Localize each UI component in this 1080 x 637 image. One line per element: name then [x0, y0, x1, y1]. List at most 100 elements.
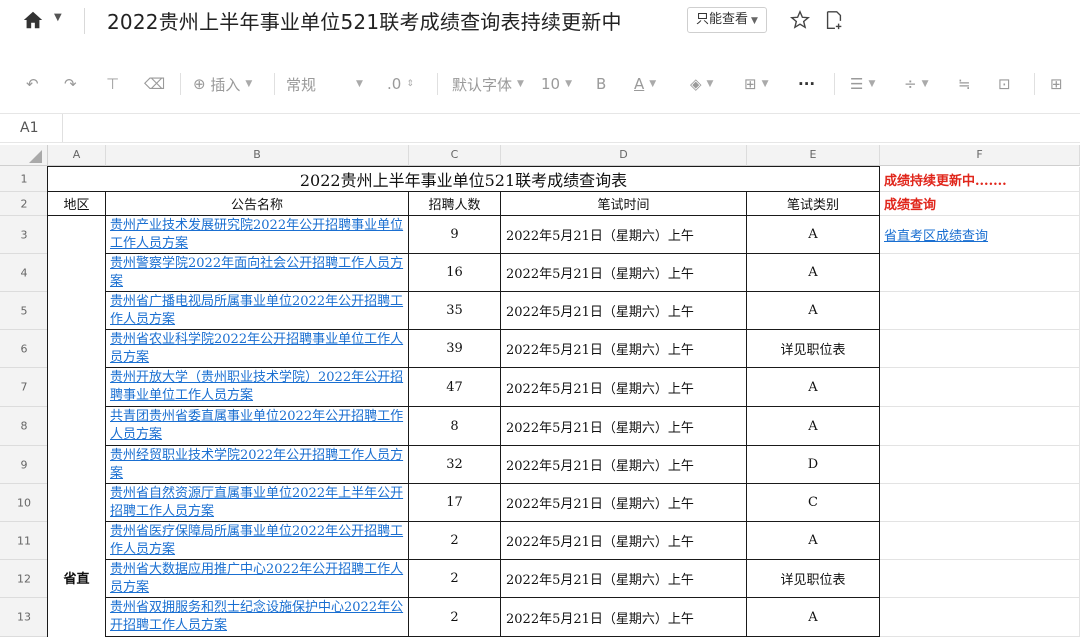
exam-type[interactable]: A [747, 216, 880, 254]
empty-cell[interactable] [880, 522, 1080, 560]
announcement-link[interactable]: 贵州开放大学（贵州职业技术学院）2022年公开招聘事业单位工作人员方案 [106, 368, 409, 407]
header-name[interactable]: 公告名称 [106, 192, 409, 216]
freeze-button[interactable]: ⊞ [1050, 72, 1063, 96]
wrap-text-button[interactable]: ≒ [958, 72, 971, 96]
more-button[interactable]: ··· [798, 72, 815, 96]
empty-cell[interactable] [880, 368, 1080, 407]
empty-cell[interactable] [880, 292, 1080, 330]
empty-cell[interactable] [880, 560, 1080, 598]
empty-cell[interactable] [880, 446, 1080, 484]
row-header[interactable]: 2 [0, 192, 48, 216]
column-header-d[interactable]: D [501, 145, 747, 166]
decimal-stepper[interactable]: .0 ⇕ [387, 72, 414, 96]
query-link[interactable]: 省直考区成绩查询 [884, 225, 988, 244]
fill-color-button[interactable]: ◈ ▼ [690, 72, 713, 96]
format-painter-icon[interactable]: ⊤ [106, 72, 119, 96]
recruit-count[interactable]: 47 [409, 368, 501, 407]
row-header[interactable]: 3 [0, 216, 48, 254]
merge-cells-button[interactable]: ⊡ [998, 72, 1011, 96]
align-button[interactable]: ☰ ▼ [850, 72, 875, 96]
query-cell[interactable]: 成绩查询 [880, 192, 1080, 216]
recruit-count[interactable]: 2 [409, 598, 501, 637]
empty-cell[interactable] [880, 330, 1080, 368]
announcement-link[interactable]: 共青团贵州省委直属事业单位2022年公开招聘工作人员方案 [106, 407, 409, 446]
font-size-select[interactable]: 10 ▼ [541, 72, 572, 96]
header-time[interactable]: 笔试时间 [501, 192, 747, 216]
recruit-count[interactable]: 35 [409, 292, 501, 330]
row-header[interactable]: 12 [0, 560, 48, 598]
recruit-count[interactable]: 8 [409, 407, 501, 446]
exam-type[interactable]: 详见职位表 [747, 330, 880, 368]
exam-time[interactable]: 2022年5月21日（星期六）上午 [501, 522, 747, 560]
vertical-align-button[interactable]: ÷ ▼ [904, 72, 929, 96]
row-header[interactable]: 8 [0, 407, 48, 446]
recruit-count[interactable]: 9 [409, 216, 501, 254]
exam-time[interactable]: 2022年5月21日（星期六）上午 [501, 484, 747, 522]
cell-reference[interactable]: A1 [20, 120, 38, 136]
exam-type[interactable]: 详见职位表 [747, 560, 880, 598]
eraser-icon[interactable]: ⌫ [144, 72, 165, 96]
star-icon[interactable] [789, 9, 811, 31]
announcement-link[interactable]: 贵州省农业科学院2022年公开招聘事业单位工作人员方案 [106, 330, 409, 368]
announcement-link[interactable]: 贵州经贸职业技术学院2022年公开招聘工作人员方案 [106, 446, 409, 484]
home-menu-caret[interactable]: ▼ [54, 12, 62, 23]
recruit-count[interactable]: 2 [409, 522, 501, 560]
row-header[interactable]: 6 [0, 330, 48, 368]
header-count[interactable]: 招聘人数 [409, 192, 501, 216]
exam-time[interactable]: 2022年5月21日（星期六）上午 [501, 368, 747, 407]
announcement-link[interactable]: 贵州省医疗保障局所属事业单位2022年公开招聘工作人员方案 [106, 522, 409, 560]
row-header[interactable]: 5 [0, 292, 48, 330]
query-link-cell[interactable]: 省直考区成绩查询 [880, 216, 1080, 254]
view-mode-select[interactable]: 只能查看 ▼ [687, 7, 767, 33]
row-header[interactable]: 10 [0, 484, 48, 522]
announcement-link[interactable]: 贵州产业技术发展研究院2022年公开招聘事业单位工作人员方案 [106, 216, 409, 254]
column-header-e[interactable]: E [747, 145, 880, 166]
borders-button[interactable]: ⊞ ▼ [744, 72, 769, 96]
exam-type[interactable]: D [747, 446, 880, 484]
redo-icon[interactable]: ↷ [64, 72, 77, 96]
column-header-a[interactable]: A [48, 145, 106, 166]
recruit-count[interactable]: 16 [409, 254, 501, 292]
exam-time[interactable]: 2022年5月21日（星期六）上午 [501, 407, 747, 446]
undo-icon[interactable]: ↶ [26, 72, 39, 96]
announcement-link[interactable]: 贵州省自然资源厅直属事业单位2022年上半年公开招聘工作人员方案 [106, 484, 409, 522]
exam-time[interactable]: 2022年5月21日（星期六）上午 [501, 292, 747, 330]
exam-type[interactable]: C [747, 484, 880, 522]
exam-time[interactable]: 2022年5月21日（星期六）上午 [501, 330, 747, 368]
exam-time[interactable]: 2022年5月21日（星期六）上午 [501, 598, 747, 637]
recruit-count[interactable]: 2 [409, 560, 501, 598]
bold-button[interactable]: B [596, 72, 606, 96]
exam-type[interactable]: A [747, 254, 880, 292]
row-header[interactable]: 13 [0, 598, 48, 637]
exam-type[interactable]: A [747, 368, 880, 407]
exam-type[interactable]: A [747, 598, 880, 637]
announcement-link[interactable]: 贵州省大数据应用推广中心2022年公开招聘工作人员方案 [106, 560, 409, 598]
exam-type[interactable]: A [747, 407, 880, 446]
sheet-title[interactable]: 2022贵州上半年事业单位521联考成绩查询表 [48, 167, 880, 192]
exam-time[interactable]: 2022年5月21日（星期六）上午 [501, 254, 747, 292]
announcement-link[interactable]: 贵州省双拥服务和烈士纪念设施保护中心2022年公开招聘工作人员方案 [106, 598, 409, 637]
announcement-link[interactable]: 贵州省广播电视局所属事业单位2022年公开招聘工作人员方案 [106, 292, 409, 330]
font-family-select[interactable]: 默认字体 ▼ [452, 72, 524, 96]
empty-cell[interactable] [880, 598, 1080, 637]
recruit-count[interactable]: 39 [409, 330, 501, 368]
column-header-b[interactable]: B [106, 145, 409, 166]
row-header[interactable]: 1 [0, 166, 48, 192]
announcement-link[interactable]: 贵州警察学院2022年面向社会公开招聘工作人员方案 [106, 254, 409, 292]
region-cell[interactable]: 省直 [48, 216, 106, 637]
home-icon[interactable] [22, 9, 44, 31]
row-header[interactable]: 4 [0, 254, 48, 292]
empty-cell[interactable] [880, 484, 1080, 522]
font-color-button[interactable]: A ▼ [634, 72, 656, 96]
empty-cell[interactable] [880, 407, 1080, 446]
insert-button[interactable]: ⊕ 插入 ▼ [193, 72, 252, 96]
exam-type[interactable]: A [747, 522, 880, 560]
row-header[interactable]: 7 [0, 368, 48, 407]
document-share-icon[interactable] [823, 9, 845, 31]
header-region[interactable]: 地区 [48, 192, 106, 216]
exam-type[interactable]: A [747, 292, 880, 330]
row-header[interactable]: 11 [0, 522, 48, 560]
status-cell[interactable]: 成绩持续更新中....... [880, 167, 1080, 192]
exam-time[interactable]: 2022年5月21日（星期六）上午 [501, 446, 747, 484]
recruit-count[interactable]: 32 [409, 446, 501, 484]
